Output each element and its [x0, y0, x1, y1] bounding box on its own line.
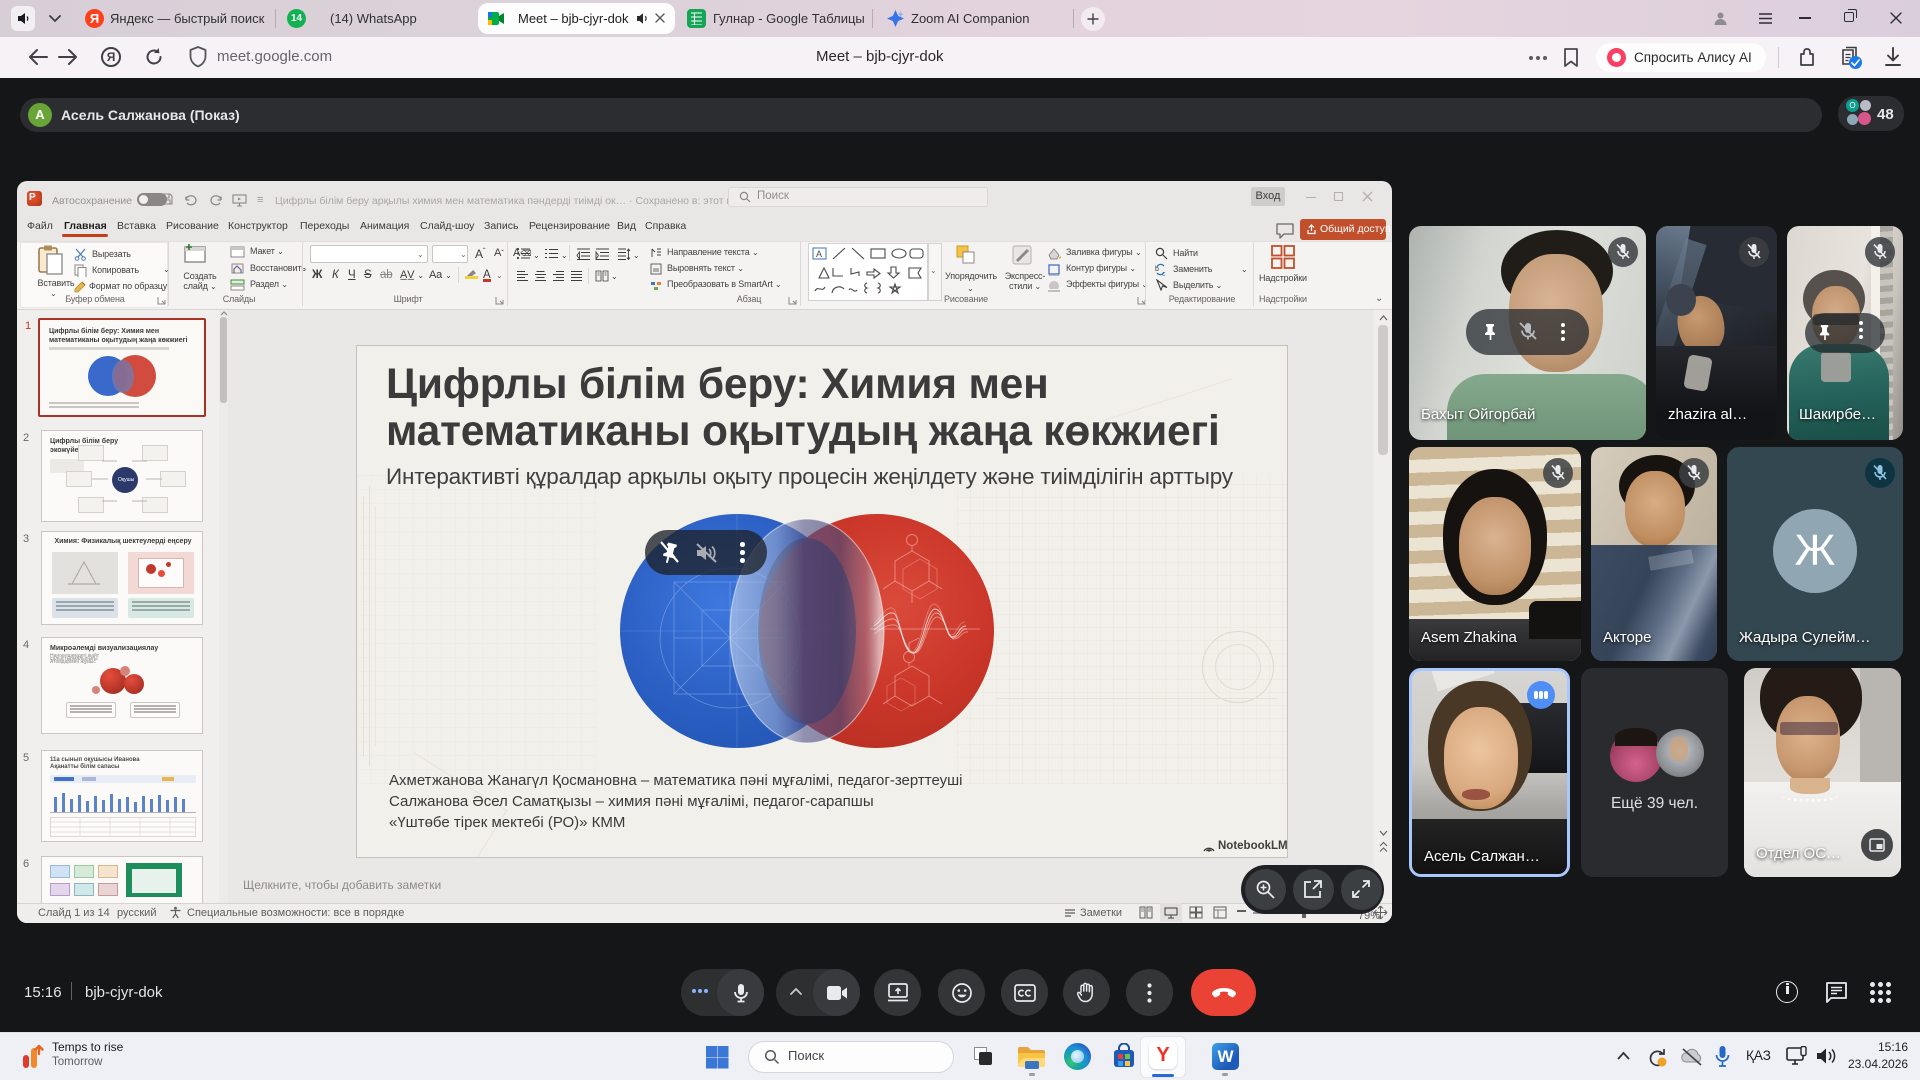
svg-text:A: A [816, 249, 822, 259]
svg-text:b: b [1155, 266, 1159, 273]
svg-text:c: c [1162, 271, 1166, 276]
